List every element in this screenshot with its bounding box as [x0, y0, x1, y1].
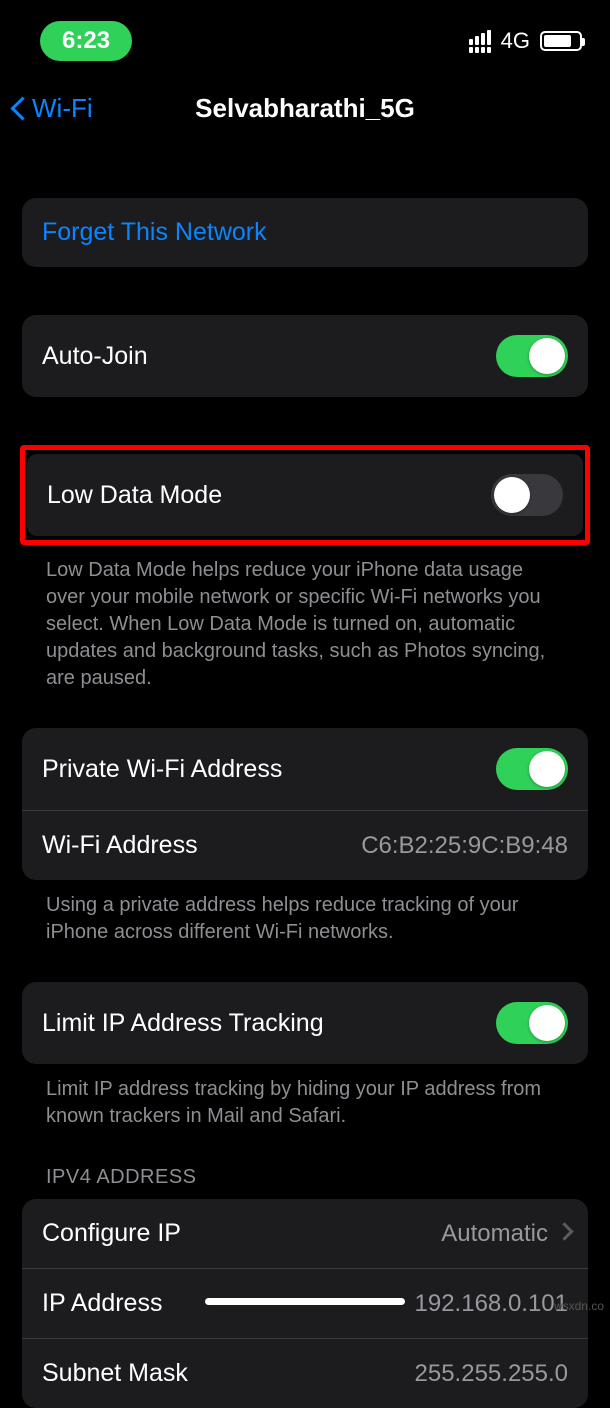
- ipv4-header: IPV4 ADDRESS: [22, 1166, 588, 1199]
- configure-ip-row[interactable]: Configure IP Automatic: [22, 1199, 588, 1268]
- forget-label: Forget This Network: [42, 218, 267, 247]
- ip-address-label: IP Address: [42, 1289, 162, 1318]
- status-right: 4G: [469, 28, 582, 54]
- wifi-address-label: Wi-Fi Address: [42, 831, 198, 860]
- chevron-right-icon: [558, 1225, 568, 1243]
- ip-address-value: 192.168.0.101: [415, 1290, 568, 1318]
- limit-ip-label: Limit IP Address Tracking: [42, 1009, 324, 1038]
- wifi-address-row: Wi-Fi Address C6:B2:25:9C:B9:48: [22, 810, 588, 880]
- subnet-mask-label: Subnet Mask: [42, 1359, 188, 1388]
- lowdata-group: Low Data Mode: [27, 454, 583, 536]
- lowdata-caption: Low Data Mode helps reduce your iPhone d…: [22, 545, 588, 692]
- lowdata-row[interactable]: Low Data Mode: [27, 454, 583, 536]
- autojoin-group: Auto-Join: [22, 315, 588, 397]
- autojoin-toggle[interactable]: [496, 335, 568, 377]
- lowdata-label: Low Data Mode: [47, 481, 222, 510]
- network-type: 4G: [501, 28, 530, 54]
- private-address-row[interactable]: Private Wi-Fi Address: [22, 728, 588, 810]
- signal-icon: [469, 30, 491, 53]
- forget-group: Forget This Network: [22, 198, 588, 267]
- forget-network-button[interactable]: Forget This Network: [22, 198, 588, 267]
- wifi-address-value: C6:B2:25:9C:B9:48: [361, 832, 568, 860]
- configure-ip-label: Configure IP: [42, 1219, 181, 1248]
- autojoin-label: Auto-Join: [42, 342, 148, 371]
- subnet-mask-row: Subnet Mask 255.255.255.0: [22, 1338, 588, 1408]
- back-button[interactable]: Wi-Fi: [0, 93, 93, 124]
- limit-ip-row[interactable]: Limit IP Address Tracking: [22, 982, 588, 1064]
- private-address-caption: Using a private address helps reduce tra…: [22, 880, 588, 946]
- chevron-left-icon: [14, 94, 30, 122]
- autojoin-row[interactable]: Auto-Join: [22, 315, 588, 397]
- private-address-label: Private Wi-Fi Address: [42, 755, 282, 784]
- private-address-toggle[interactable]: [496, 748, 568, 790]
- lowdata-highlight: Low Data Mode: [20, 445, 590, 545]
- configure-ip-value: Automatic: [441, 1220, 548, 1248]
- limit-ip-caption: Limit IP address tracking by hiding your…: [22, 1064, 588, 1130]
- limit-ip-toggle[interactable]: [496, 1002, 568, 1044]
- home-indicator[interactable]: [205, 1298, 405, 1305]
- back-label: Wi-Fi: [32, 93, 93, 124]
- status-time: 6:23: [40, 21, 132, 61]
- status-bar: 6:23 4G: [0, 0, 610, 72]
- battery-icon: [540, 31, 582, 51]
- subnet-mask-value: 255.255.255.0: [415, 1360, 568, 1388]
- limit-ip-group: Limit IP Address Tracking: [22, 982, 588, 1064]
- lowdata-toggle[interactable]: [491, 474, 563, 516]
- private-address-group: Private Wi-Fi Address Wi-Fi Address C6:B…: [22, 728, 588, 880]
- nav-header: Wi-Fi Selvabharathi_5G: [0, 78, 610, 138]
- watermark: wsxdn.co: [554, 1299, 604, 1313]
